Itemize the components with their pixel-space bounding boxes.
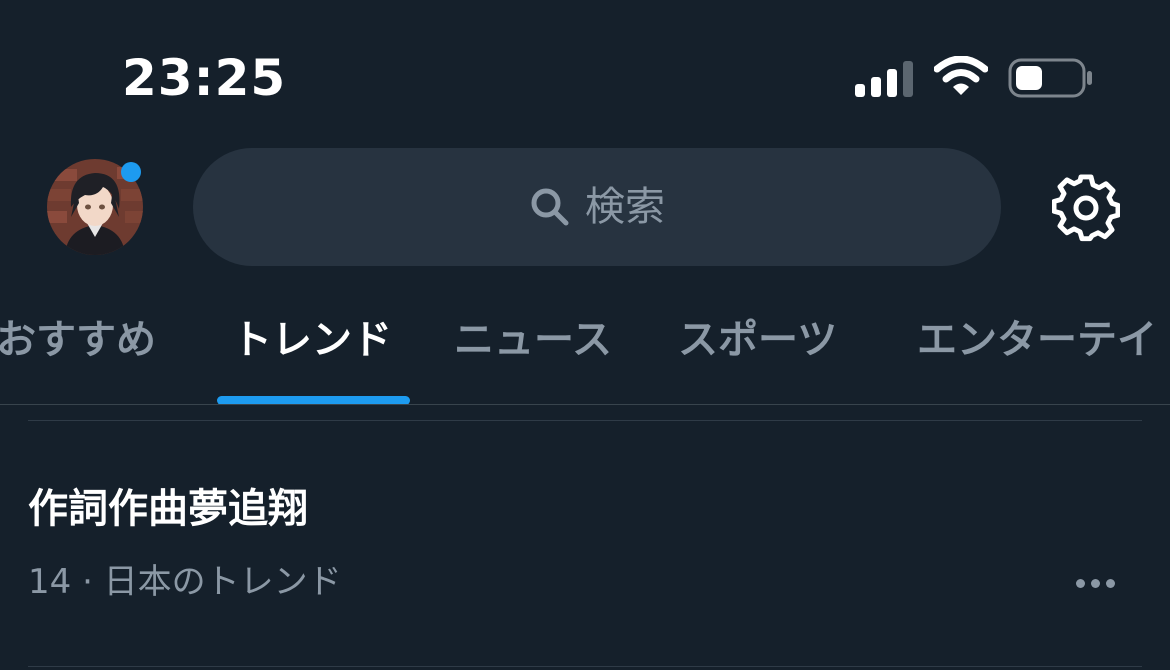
search-icon <box>531 188 569 226</box>
explore-screen: 23:25 検索 おすすめ トレンド ニュース スポーツ エンターテイ 作詞作曲… <box>0 0 1170 670</box>
tab-recommended[interactable]: おすすめ <box>0 312 156 368</box>
status-time: 23:25 <box>122 49 287 107</box>
wifi-icon <box>934 56 988 95</box>
list-item-divider <box>28 666 1142 667</box>
tabs-divider <box>0 404 1170 405</box>
search-bar[interactable]: 検索 <box>193 148 1001 266</box>
gear-icon[interactable] <box>1052 174 1120 242</box>
trend-meta: 14 · 日本のトレンド <box>28 562 342 602</box>
tab-entertainment[interactable]: エンターテイ <box>917 312 1157 368</box>
tab-trending[interactable]: トレンド <box>232 312 392 368</box>
signal-icon <box>855 59 915 97</box>
trend-title: 作詞作曲夢追翔 <box>28 486 308 532</box>
more-horizontal-icon[interactable] <box>1070 568 1120 598</box>
tab-sports[interactable]: スポーツ <box>678 312 837 368</box>
search-placeholder: 検索 <box>585 184 665 230</box>
tab-news[interactable]: ニュース <box>454 312 612 368</box>
list-top-divider <box>28 420 1142 421</box>
battery-icon <box>1008 58 1092 98</box>
notification-dot <box>121 162 141 182</box>
